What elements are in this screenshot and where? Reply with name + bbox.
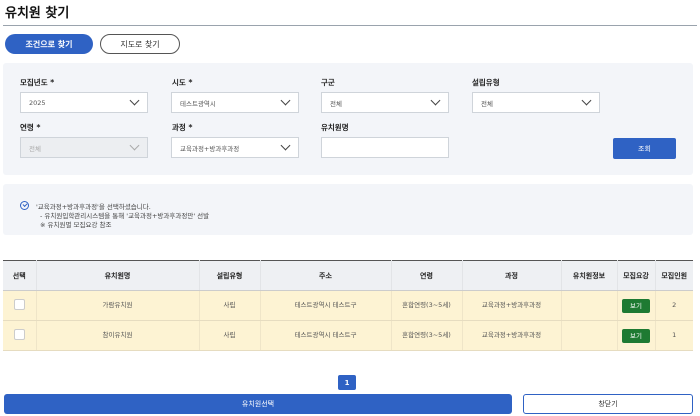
col-header-type: 설립유형 bbox=[199, 260, 261, 291]
col-header-name: 유치원명 bbox=[36, 260, 200, 291]
age-select: 전체 bbox=[20, 137, 148, 158]
recruit-count: 1 bbox=[655, 320, 693, 351]
chevron-down-icon bbox=[129, 140, 140, 151]
view-guide-button[interactable]: 보기 bbox=[622, 298, 650, 313]
notice-line-3: ※ 유치원별 모집요강 참조 bbox=[40, 221, 112, 229]
name-input[interactable] bbox=[321, 137, 449, 158]
tab-search-by-condition[interactable]: 조건으로 찾기 bbox=[5, 34, 93, 54]
recruit-count: 2 bbox=[655, 290, 693, 321]
district-select[interactable]: 전체 bbox=[321, 92, 449, 113]
col-header-address: 주소 bbox=[260, 260, 392, 291]
chevron-down-icon bbox=[430, 95, 441, 106]
region-label: 시도 * bbox=[172, 78, 193, 87]
filter-panel bbox=[3, 63, 693, 175]
type-select[interactable]: 전체 bbox=[472, 92, 600, 113]
kindergarten-info bbox=[561, 320, 618, 351]
table-header-row: 선택 유치원명 설립유형 주소 연령 과정 유치원정보 모집요강 모집인원 bbox=[3, 260, 693, 291]
select-kindergarten-button[interactable]: 유치원선택 bbox=[4, 394, 512, 414]
course-select[interactable]: 교육과정+방과후과정 bbox=[171, 137, 299, 158]
establishment-type: 사립 bbox=[199, 290, 261, 321]
age-group: 혼합연령(3~5세) bbox=[391, 320, 463, 351]
col-header-select: 선택 bbox=[3, 260, 37, 291]
pagination-page-1[interactable]: 1 bbox=[338, 375, 356, 390]
chevron-down-icon bbox=[129, 95, 140, 106]
table-row[interactable]: 참이유치원 사립 테스트광역시 테스트구 혼합연령(3~5세) 교육과정+방과후… bbox=[3, 320, 693, 351]
tab-search-by-map[interactable]: 지도로 찾기 bbox=[100, 34, 180, 54]
course-label: 과정 * bbox=[172, 123, 193, 132]
close-window-button[interactable]: 창닫기 bbox=[523, 394, 693, 414]
course: 교육과정+방과후과정 bbox=[462, 320, 562, 351]
address: 테스트광역시 테스트구 bbox=[260, 320, 392, 351]
col-header-guide: 모집요강 bbox=[617, 260, 656, 291]
col-header-count: 모집인원 bbox=[655, 260, 693, 291]
chevron-down-icon bbox=[581, 95, 592, 106]
year-label: 모집년도 * bbox=[20, 78, 55, 87]
view-guide-button[interactable]: 보기 bbox=[622, 328, 650, 343]
search-button[interactable]: 조회 bbox=[613, 138, 676, 159]
row-checkbox[interactable] bbox=[13, 298, 25, 310]
region-select[interactable]: 테스트광역시 bbox=[171, 92, 299, 113]
kindergarten-name: 참이유치원 bbox=[36, 320, 200, 351]
age-label: 연령 * bbox=[20, 123, 41, 132]
page-title: 유치원 찾기 bbox=[5, 6, 70, 21]
kindergarten-info bbox=[561, 290, 618, 321]
col-header-info: 유치원정보 bbox=[561, 260, 618, 291]
establishment-type: 사립 bbox=[199, 320, 261, 351]
name-label: 유치원명 bbox=[321, 123, 349, 132]
chevron-down-icon bbox=[280, 140, 291, 151]
chevron-down-icon bbox=[280, 95, 291, 106]
check-circle-icon bbox=[20, 201, 29, 210]
age-group: 혼합연령(3~5세) bbox=[391, 290, 463, 321]
type-label: 설립유형 bbox=[472, 78, 500, 87]
table-row[interactable]: 가람유치원 사립 테스트광역시 테스트구 혼합연령(3~5세) 교육과정+방과후… bbox=[3, 290, 693, 321]
col-header-age: 연령 bbox=[391, 260, 463, 291]
kindergarten-table: 선택 유치원명 설립유형 주소 연령 과정 유치원정보 모집요강 모집인원 가람… bbox=[3, 260, 693, 351]
col-header-course: 과정 bbox=[462, 260, 562, 291]
row-checkbox[interactable] bbox=[13, 328, 25, 340]
year-select[interactable]: 2025 bbox=[20, 92, 148, 113]
district-label: 구군 bbox=[321, 78, 335, 87]
course: 교육과정+방과후과정 bbox=[462, 290, 562, 321]
kindergarten-name: 가람유치원 bbox=[36, 290, 200, 321]
title-divider bbox=[3, 25, 697, 26]
address: 테스트광역시 테스트구 bbox=[260, 290, 392, 321]
